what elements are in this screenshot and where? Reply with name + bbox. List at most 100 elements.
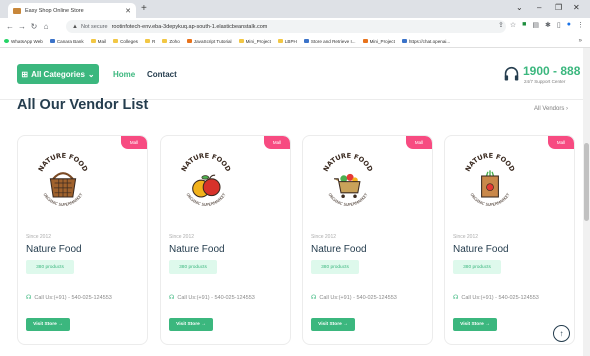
minimize-icon[interactable]: – xyxy=(537,2,541,14)
bookmark-lbph[interactable]: LBPH xyxy=(277,38,297,44)
visit-store-button[interactable]: Visit Store → xyxy=(169,318,213,331)
logo-top-text: NATURE FOOD xyxy=(322,152,375,174)
product-count-badge: 380 products xyxy=(453,260,501,274)
page-title: All Our Vendor List xyxy=(17,97,149,113)
bookmark-label: Mini_Project xyxy=(369,38,395,44)
close-tab-icon[interactable]: ✕ xyxy=(125,7,131,15)
vendor-name[interactable]: Nature Food xyxy=(453,244,509,255)
javascript-icon xyxy=(186,39,192,43)
mall-badge: Mall xyxy=(121,136,147,149)
since-text: Since 2012 xyxy=(311,234,337,240)
scrollbar-thumb[interactable] xyxy=(584,143,589,221)
folder-icon xyxy=(144,39,150,43)
all-vendors-label: All Vendors xyxy=(534,106,565,112)
all-categories-label: All Categories xyxy=(31,69,85,79)
vendor-card[interactable]: Mall NATURE FOOD ORGANIC SUPERMARKET Sin… xyxy=(302,135,433,345)
bookmarks-more-icon[interactable]: » xyxy=(579,35,582,47)
since-text: Since 2012 xyxy=(169,234,195,240)
bookmark-r[interactable]: R xyxy=(144,38,156,44)
mall-badge: Mall xyxy=(406,136,432,149)
profile-avatar-icon[interactable]: ● xyxy=(567,21,571,29)
shopping-cart-logo-icon: NATURE FOOD ORGANIC SUPERMARKET xyxy=(322,152,375,207)
extension-icon[interactable]: ▤ xyxy=(532,21,539,29)
address-bar[interactable]: ▲ Not secure rootinfotech-env.eba-3depyk… xyxy=(66,20,506,33)
bookmark-whatsapp[interactable]: WhatsApp Web xyxy=(4,39,43,44)
share-icon[interactable]: ⇪ xyxy=(498,21,504,29)
bookmark-mini-project-2[interactable]: Mini_Project xyxy=(362,38,395,44)
menu-icon[interactable]: ⋮ xyxy=(577,21,584,29)
bookmark-javascript[interactable]: JavaScript Tutorial xyxy=(186,38,232,44)
call-info: ☊ Call Us:(+91) - 540-025-124553 xyxy=(169,294,255,302)
new-tab-icon[interactable]: + xyxy=(141,3,147,15)
page-scrollbar[interactable] xyxy=(583,48,590,356)
call-text: Call Us:(+91) - 540-025-124553 xyxy=(177,294,255,301)
bookmark-label: LBPH xyxy=(284,38,297,44)
shop-favicon-icon xyxy=(13,7,21,14)
puzzle-icon[interactable]: ✱ xyxy=(545,21,551,29)
visit-store-label: Visit Store xyxy=(460,322,484,327)
vendor-name[interactable]: Nature Food xyxy=(311,244,367,255)
folder-icon xyxy=(162,39,168,43)
call-text: Call Us:(+91) - 540-025-124553 xyxy=(319,294,397,301)
vendor-name[interactable]: Nature Food xyxy=(169,244,225,255)
headset-icon: ☊ xyxy=(311,295,317,301)
bookmark-label: JavaScript Tutorial xyxy=(193,38,232,44)
page-icon xyxy=(303,39,309,43)
vendor-name[interactable]: Nature Food xyxy=(26,244,82,255)
bookmark-label: Mini_Project xyxy=(245,38,271,44)
visit-store-button[interactable]: Visit Store → xyxy=(26,318,70,331)
forward-icon[interactable]: → xyxy=(16,18,28,35)
bookmark-zoho[interactable]: Zoho xyxy=(162,38,180,44)
product-count-badge: 380 products xyxy=(311,260,359,274)
close-window-icon[interactable]: ✕ xyxy=(573,2,580,14)
vendor-card[interactable]: Mall NATURE FOOD ORGANIC SUPERMARKET Sin… xyxy=(17,135,148,345)
visit-store-label: Visit Store xyxy=(318,322,342,327)
call-text: Call Us:(+91) - 540-025-124553 xyxy=(461,294,539,301)
bookmark-mini-project[interactable]: Mini_Project xyxy=(238,38,271,44)
home-icon[interactable]: ⌂ xyxy=(40,18,52,35)
bookmark-label: Zoho xyxy=(169,38,180,44)
all-categories-button[interactable]: ⊞ All Categories ⌄ xyxy=(17,64,99,84)
nav-home-link[interactable]: Home xyxy=(113,70,135,79)
since-text: Since 2012 xyxy=(453,234,479,240)
headset-icon xyxy=(504,66,519,81)
tab-search-icon[interactable]: ⌄ xyxy=(516,2,523,14)
scroll-to-top-button[interactable]: ↑ xyxy=(553,325,570,342)
arrow-up-icon: ↑ xyxy=(559,329,564,338)
bookmark-chat[interactable]: https://chat.openai... xyxy=(401,39,450,44)
bookmark-colleges[interactable]: Colleges xyxy=(113,39,138,44)
vendor-card[interactable]: Mall NATURE FOOD ORGANIC SUPERMARKET Sin… xyxy=(160,135,291,345)
browser-toolbar: ← → ↻ ⌂ ▲ Not secure rootinfotech-env.eb… xyxy=(0,18,590,35)
extension-green-icon[interactable]: ■ xyxy=(522,21,526,29)
tab-title: Easy Shop Online Store xyxy=(25,7,84,14)
bookmark-label: Mail xyxy=(97,38,107,44)
bookmarks-bar: WhatsApp Web Canara Bank Mail Colleges R… xyxy=(0,35,590,48)
restore-icon[interactable]: ❐ xyxy=(555,2,562,14)
svg-text:NATURE FOOD: NATURE FOOD xyxy=(37,152,90,174)
arrow-right-icon: → xyxy=(343,322,348,327)
visit-store-button[interactable]: Visit Store → xyxy=(311,318,355,331)
support-phone: 1900 - 888 xyxy=(523,64,581,78)
visit-store-button[interactable]: Visit Store → xyxy=(453,318,497,331)
sidebar-icon[interactable]: ▯ xyxy=(557,21,561,29)
browser-tab[interactable]: Easy Shop Online Store ✕ xyxy=(8,3,136,18)
svg-text:NATURE FOOD: NATURE FOOD xyxy=(464,152,517,174)
bookmark-canara[interactable]: Canara Bank xyxy=(49,38,84,44)
page-icon xyxy=(401,39,407,43)
all-vendors-link[interactable]: All Vendors › xyxy=(534,106,568,112)
arrow-right-icon: → xyxy=(201,322,206,327)
bookmark-mail[interactable]: Mail xyxy=(90,38,107,44)
back-icon[interactable]: ← xyxy=(4,18,16,35)
bookmark-label: R xyxy=(151,38,156,44)
fruits-logo-icon: NATURE FOOD ORGANIC SUPERMARKET xyxy=(180,152,233,207)
visit-store-label: Visit Store xyxy=(33,322,57,327)
product-count-badge: 380 products xyxy=(26,260,74,274)
reload-icon[interactable]: ↻ xyxy=(28,18,40,35)
star-icon[interactable]: ☆ xyxy=(510,21,516,29)
mall-badge: Mall xyxy=(264,136,290,149)
nav-contact-link[interactable]: Contact xyxy=(147,70,177,79)
bookmark-store[interactable]: Store and Retrieve I... xyxy=(303,39,356,44)
logo-bottom-text: ORGANIC SUPERMARKET xyxy=(327,192,369,207)
bookmark-label: Canara Bank xyxy=(56,38,84,44)
vendor-card[interactable]: Mall NATURE FOOD ORGANIC SUPERMARKET Sin… xyxy=(444,135,575,345)
